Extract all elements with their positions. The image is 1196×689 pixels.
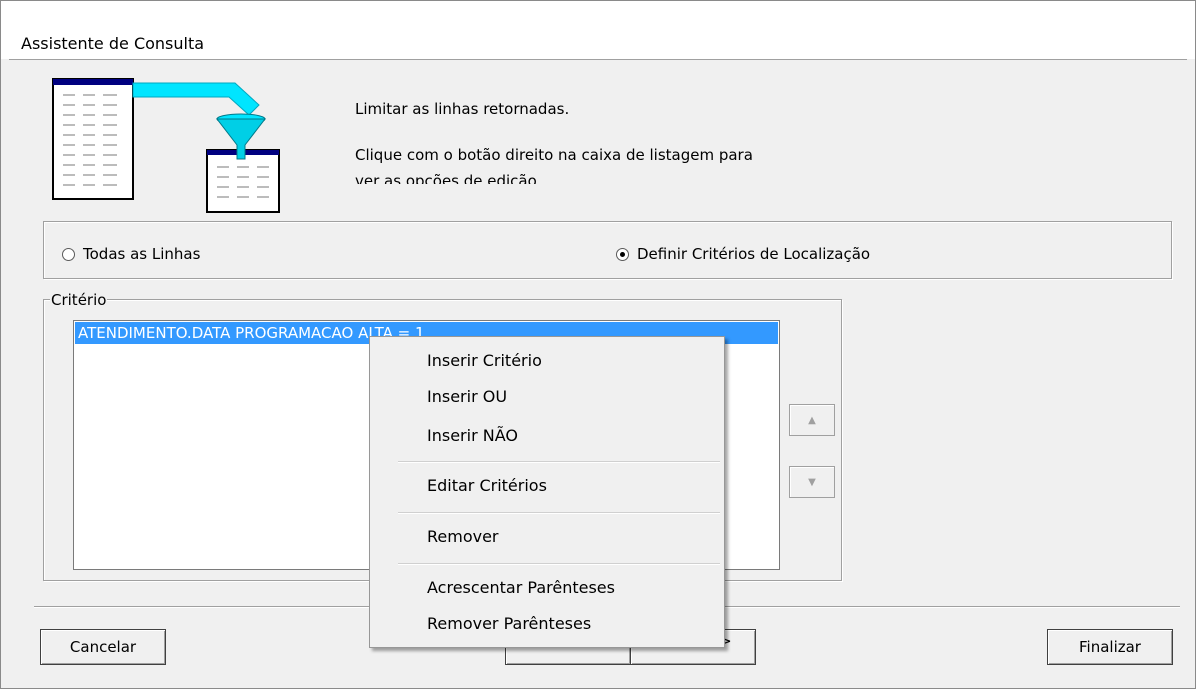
instruction-line-3-clip: ver as opções de edição. <box>355 172 805 184</box>
define-criteria-label[interactable]: Definir Critérios de Localização <box>637 245 870 263</box>
menu-item-insert-not[interactable]: Inserir NÃO <box>427 426 518 445</box>
instruction-line-1: Limitar as linhas retornadas. <box>355 100 570 118</box>
arrow-down-icon: ▼ <box>808 476 816 488</box>
menu-item-insert-criteria[interactable]: Inserir Critério <box>427 351 542 370</box>
title-bar[interactable]: Assistente de Consulta <box>1 1 1195 59</box>
all-rows-label[interactable]: Todas as Linhas <box>83 245 200 263</box>
menu-item-insert-or[interactable]: Inserir OU <box>427 387 507 406</box>
criteria-legend: Critério <box>50 291 108 309</box>
all-rows-radio[interactable]: Todas as Linhas <box>62 245 200 263</box>
window-title: Assistente de Consulta <box>21 34 205 53</box>
define-criteria-radio-button[interactable] <box>616 247 629 261</box>
menu-item-remove[interactable]: Remover <box>427 527 499 546</box>
move-down-button[interactable]: ▼ <box>789 466 835 498</box>
all-rows-radio-button[interactable] <box>62 247 75 261</box>
menu-item-edit-criteria[interactable]: Editar Critérios <box>427 476 547 495</box>
menu-item-add-parentheses[interactable]: Acrescentar Parênteses <box>427 578 615 597</box>
define-criteria-radio[interactable]: Definir Critérios de Localização <box>616 245 870 263</box>
cancel-button[interactable]: Cancelar <box>40 629 166 665</box>
filter-illustration-icon <box>52 78 280 213</box>
move-up-button[interactable]: ▲ <box>789 404 835 436</box>
instruction-line-3: ver as opções de edição. <box>355 172 542 184</box>
row-options-group <box>43 221 1172 279</box>
instruction-line-2: Clique com o botão direito na caixa de l… <box>355 146 753 164</box>
menu-separator <box>398 512 720 514</box>
menu-separator <box>398 461 720 463</box>
context-menu: Inserir Critério Inserir OU Inserir NÃO … <box>369 336 725 648</box>
arrow-up-icon: ▲ <box>808 414 816 426</box>
finish-button[interactable]: Finalizar <box>1047 629 1173 665</box>
menu-separator <box>398 563 720 565</box>
menu-item-remove-parentheses[interactable]: Remover Parênteses <box>427 614 591 633</box>
